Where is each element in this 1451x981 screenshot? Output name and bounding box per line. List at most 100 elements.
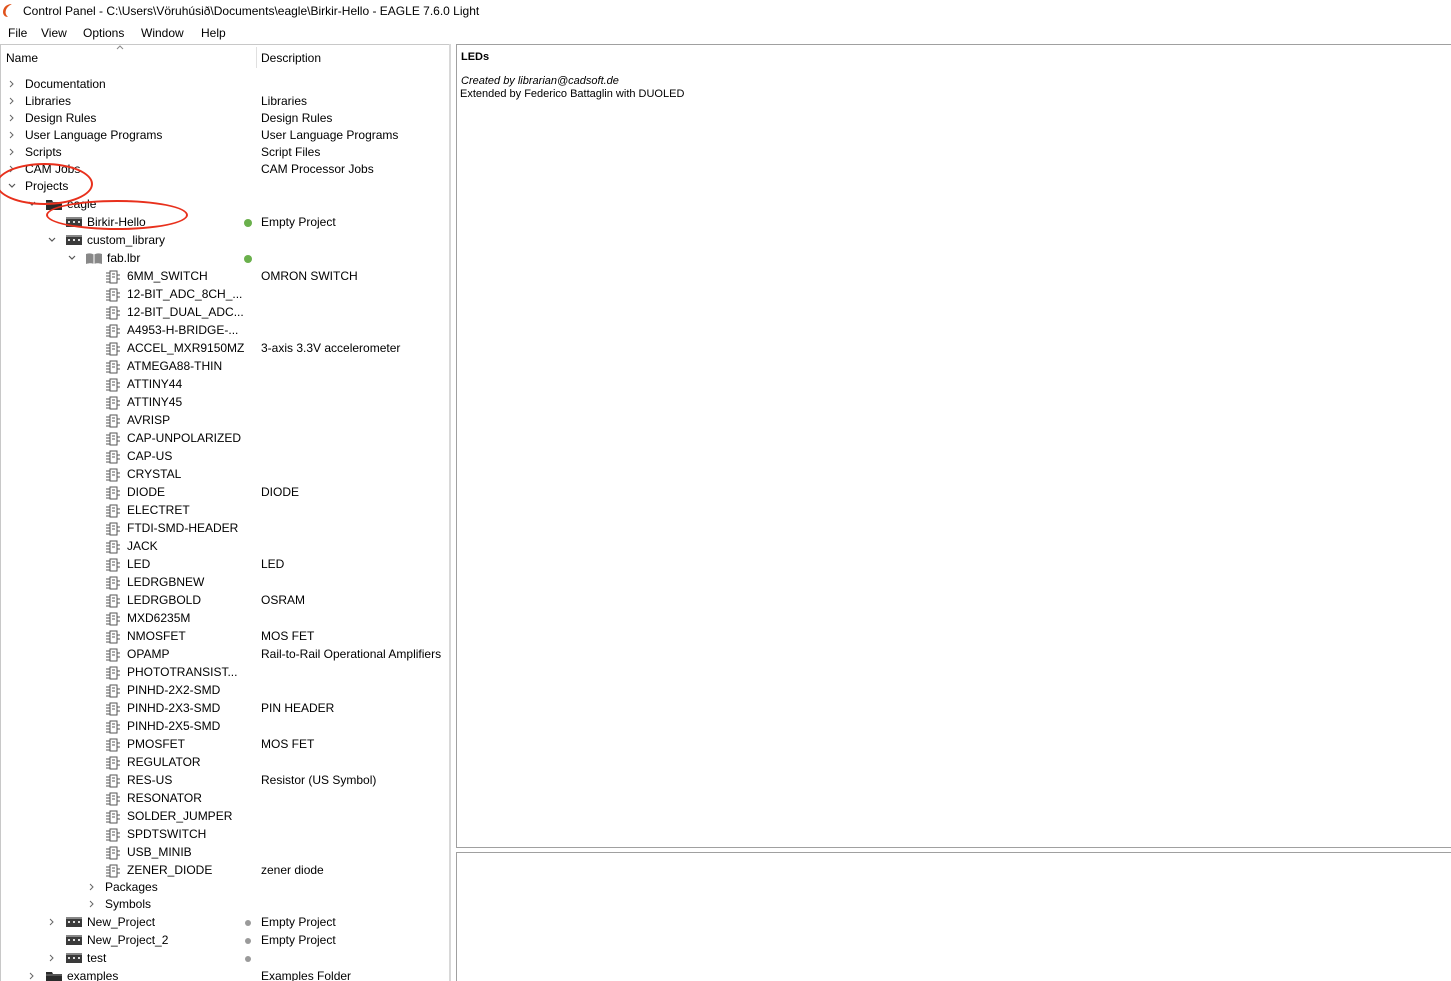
menu-view[interactable]: View bbox=[41, 26, 67, 40]
tree-item-packages[interactable]: Packages bbox=[1, 879, 450, 896]
chevron-right-icon[interactable] bbox=[8, 114, 16, 122]
tree-item-new-project[interactable]: New_Project Empty Project bbox=[1, 914, 450, 931]
chevron-right-icon[interactable] bbox=[28, 972, 36, 980]
column-divider[interactable] bbox=[256, 47, 257, 68]
device-icon bbox=[106, 738, 120, 752]
device-item[interactable]: 6MM_SWITCH OMRON SWITCH bbox=[1, 268, 450, 285]
column-name-header[interactable]: Name bbox=[6, 51, 38, 65]
device-item[interactable]: JACK bbox=[1, 538, 450, 555]
tree-item-symbols[interactable]: Symbols bbox=[1, 896, 450, 913]
device-icon bbox=[106, 594, 120, 608]
device-icon-wrap bbox=[105, 576, 121, 593]
status-dot-inactive-icon[interactable] bbox=[245, 956, 251, 962]
sort-ascending-icon[interactable] bbox=[116, 44, 124, 50]
device-item[interactable]: CAP-US bbox=[1, 448, 450, 465]
device-icon-wrap bbox=[105, 396, 121, 413]
column-description-header[interactable]: Description bbox=[261, 51, 321, 65]
device-item[interactable]: USB_MINIB bbox=[1, 844, 450, 861]
device-item[interactable]: REGULATOR bbox=[1, 754, 450, 771]
device-icon bbox=[106, 612, 120, 626]
device-icon bbox=[106, 288, 120, 302]
device-item[interactable]: 12-BIT_DUAL_ADC... bbox=[1, 304, 450, 321]
device-icon-wrap bbox=[105, 288, 121, 305]
tree-item-label: A4953-H-BRIDGE-... bbox=[127, 323, 239, 337]
device-item[interactable]: PINHD-2X2-SMD bbox=[1, 682, 450, 699]
device-item[interactable]: SOLDER_JUMPER bbox=[1, 808, 450, 825]
tree-item-label: LEDRGBOLD bbox=[127, 593, 202, 607]
device-icon bbox=[106, 378, 120, 392]
device-icon bbox=[106, 810, 120, 824]
device-item[interactable]: RES-US Resistor (US Symbol) bbox=[1, 772, 450, 789]
device-item[interactable]: FTDI-SMD-HEADER bbox=[1, 520, 450, 537]
tree-item-documentation[interactable]: Documentation bbox=[1, 76, 450, 93]
device-icon bbox=[106, 522, 120, 536]
menu-window[interactable]: Window bbox=[141, 26, 184, 40]
chevron-right-icon[interactable] bbox=[88, 900, 96, 908]
device-item[interactable]: ATTINY45 bbox=[1, 394, 450, 411]
tree-item-description: Empty Project bbox=[261, 915, 336, 929]
device-item[interactable]: LEDRGBNEW bbox=[1, 574, 450, 591]
tree-item-label: USB_MINIB bbox=[127, 845, 192, 859]
menu-help[interactable]: Help bbox=[201, 26, 226, 40]
device-item[interactable]: ATMEGA88-THIN bbox=[1, 358, 450, 375]
tree-item-description: Libraries bbox=[261, 94, 308, 108]
chevron-down-icon[interactable] bbox=[48, 236, 56, 244]
tree-item-label: OPAMP bbox=[127, 647, 170, 661]
chevron-right-icon[interactable] bbox=[8, 97, 16, 105]
device-item[interactable]: ZENER_DIODE zener diode bbox=[1, 862, 450, 879]
project-icon-wrap bbox=[65, 234, 83, 249]
status-dot-active-icon[interactable] bbox=[244, 255, 252, 263]
device-icon bbox=[106, 630, 120, 644]
menu-file[interactable]: File bbox=[8, 26, 27, 40]
status-dot-inactive-icon[interactable] bbox=[245, 938, 251, 944]
device-item[interactable]: RESONATOR bbox=[1, 790, 450, 807]
tree-item-libraries[interactable]: Libraries Libraries bbox=[1, 93, 450, 110]
device-item[interactable]: LEDRGBOLD OSRAM bbox=[1, 592, 450, 609]
chevron-right-icon[interactable] bbox=[48, 954, 56, 962]
status-dot-inactive-icon[interactable] bbox=[245, 920, 251, 926]
tree-item-custom-library[interactable]: custom_library bbox=[1, 232, 450, 249]
chevron-down-icon[interactable] bbox=[68, 254, 76, 262]
tree-item-label: ACCEL_MXR9150MZ bbox=[127, 341, 245, 355]
tree-item-new-project-2[interactable]: New_Project_2 Empty Project bbox=[1, 932, 450, 949]
device-item[interactable]: MXD6235M bbox=[1, 610, 450, 627]
device-item[interactable]: LED LED bbox=[1, 556, 450, 573]
chevron-right-icon[interactable] bbox=[8, 131, 16, 139]
tree-item-design-rules[interactable]: Design Rules Design Rules bbox=[1, 110, 450, 127]
tree-item-examples[interactable]: examples Examples Folder bbox=[1, 968, 450, 981]
device-item[interactable]: PINHD-2X5-SMD bbox=[1, 718, 450, 735]
device-item[interactable]: ELECTRET bbox=[1, 502, 450, 519]
device-icon bbox=[106, 396, 120, 410]
device-icon-wrap bbox=[105, 342, 121, 359]
device-item[interactable]: ACCEL_MXR9150MZ 3-axis 3.3V accelerometer bbox=[1, 340, 450, 357]
device-item[interactable]: 12-BIT_ADC_8CH_... bbox=[1, 286, 450, 303]
chevron-right-icon[interactable] bbox=[48, 918, 56, 926]
device-item[interactable]: ATTINY44 bbox=[1, 376, 450, 393]
device-item[interactable]: NMOSFET MOS FET bbox=[1, 628, 450, 645]
device-item[interactable]: OPAMP Rail-to-Rail Operational Amplifiers bbox=[1, 646, 450, 663]
chevron-right-icon[interactable] bbox=[8, 80, 16, 88]
device-item[interactable]: CAP-UNPOLARIZED bbox=[1, 430, 450, 447]
device-item[interactable]: SPDTSWITCH bbox=[1, 826, 450, 843]
device-item[interactable]: DIODE DIODE bbox=[1, 484, 450, 501]
device-item[interactable]: AVRISP bbox=[1, 412, 450, 429]
chevron-right-icon[interactable] bbox=[88, 883, 96, 891]
device-item[interactable]: PHOTOTRANSIST... bbox=[1, 664, 450, 681]
menu-options[interactable]: Options bbox=[83, 26, 124, 40]
device-item[interactable]: PMOSFET MOS FET bbox=[1, 736, 450, 753]
tree-item-scripts[interactable]: Scripts Script Files bbox=[1, 144, 450, 161]
panel-splitter[interactable] bbox=[449, 44, 451, 981]
device-icon-wrap bbox=[105, 756, 121, 773]
device-item[interactable]: CRYSTAL bbox=[1, 466, 450, 483]
status-dot-active-icon[interactable] bbox=[244, 219, 252, 227]
device-item[interactable]: PINHD-2X3-SMD PIN HEADER bbox=[1, 700, 450, 717]
device-item[interactable]: A4953-H-BRIDGE-... bbox=[1, 322, 450, 339]
tree-item-label: ATTINY44 bbox=[127, 377, 183, 391]
preview-panel bbox=[456, 852, 1451, 981]
tree-item-fab-lbr[interactable]: fab.lbr bbox=[1, 250, 450, 267]
chevron-right-icon[interactable] bbox=[8, 148, 16, 156]
tree-item-label: New_Project_2 bbox=[87, 933, 169, 947]
tree-item-test[interactable]: test bbox=[1, 950, 450, 967]
tree-item-user-language-programs[interactable]: User Language Programs User Language Prog… bbox=[1, 127, 450, 144]
device-icon-wrap bbox=[105, 450, 121, 467]
